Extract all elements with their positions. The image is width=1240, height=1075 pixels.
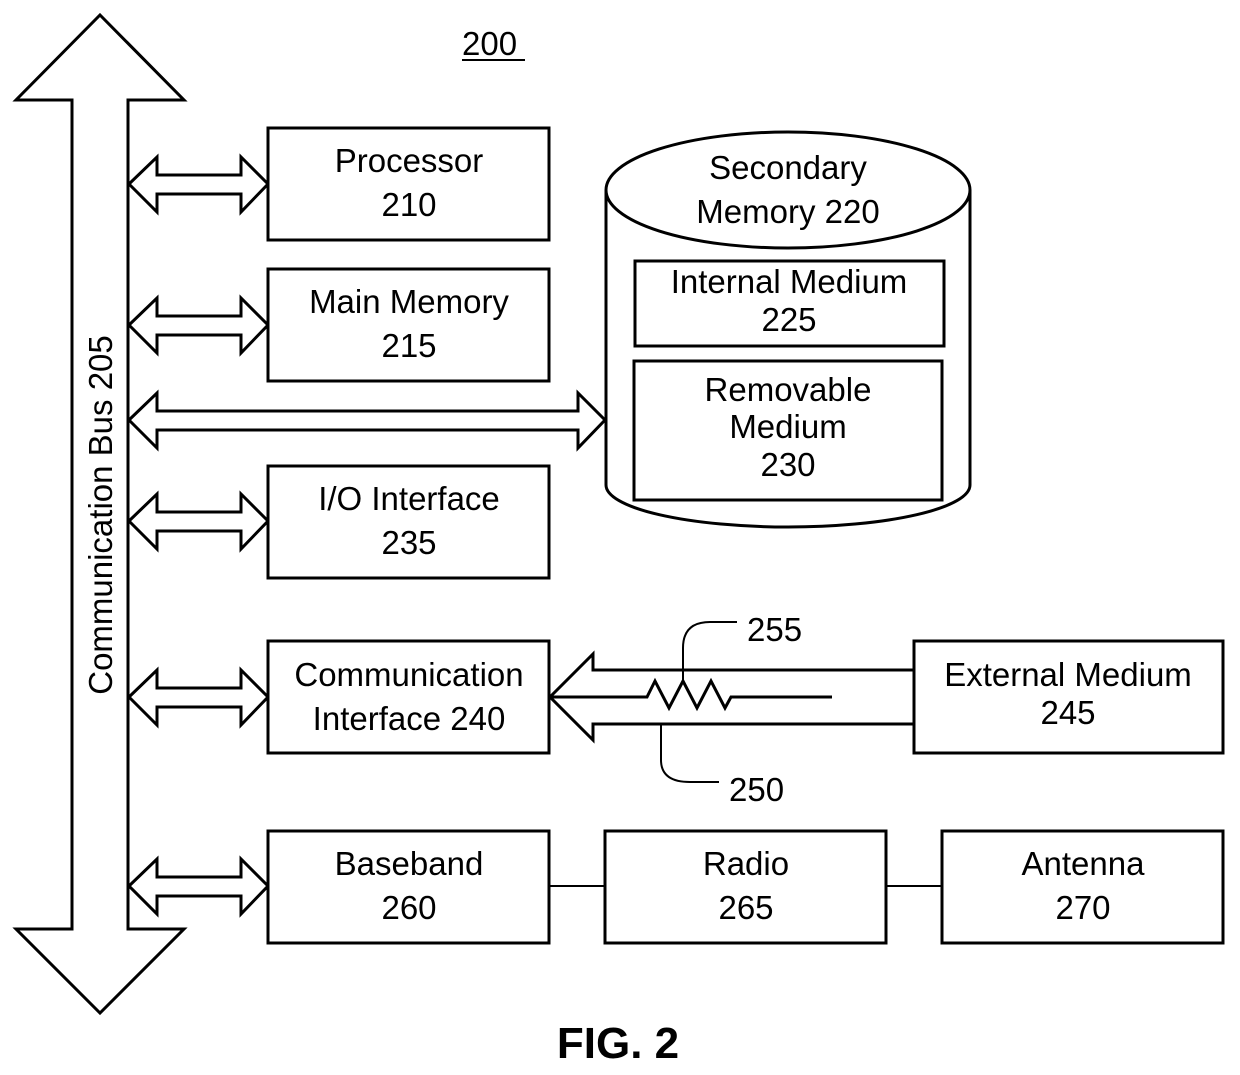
processor-number: 210 — [381, 186, 436, 223]
removable-medium-number: 230 — [760, 446, 815, 483]
secondary-memory-connector-arrow — [126, 389, 608, 452]
secondary-memory-label: Secondary — [709, 149, 867, 186]
io-interface-number: 235 — [381, 524, 436, 561]
external-medium-block: External Medium 245 — [912, 639, 1225, 755]
baseband-label: Baseband — [335, 845, 484, 882]
io-interface-connector-arrow — [126, 490, 271, 553]
block-diagram: 200 Communication Bus 205 Processor 210 … — [12, 12, 1225, 1068]
antenna-block: Antenna 270 — [940, 829, 1225, 945]
communication-interface-block: Communication Interface 240 — [266, 639, 551, 755]
removable-medium-label: Removable — [705, 371, 872, 408]
communication-bus-label: Communication Bus 205 — [82, 335, 119, 695]
main-memory-label: Main Memory — [309, 283, 509, 320]
external-medium-label: External Medium — [944, 656, 1192, 693]
processor-connector-arrow — [126, 153, 271, 216]
io-interface-label: I/O Interface — [318, 480, 500, 517]
main-memory-block: Main Memory 215 — [266, 267, 551, 383]
removable-medium-block: Removable Medium 230 — [632, 359, 944, 502]
communication-interface-number: Interface 240 — [313, 700, 506, 737]
signal-line — [550, 677, 832, 712]
internal-medium-number: 225 — [761, 301, 816, 338]
channel-callout-label: 250 — [729, 771, 784, 808]
signal-callout-line — [682, 621, 737, 681]
internal-medium-block: Internal Medium 225 — [633, 259, 946, 348]
io-interface-block: I/O Interface 235 — [266, 464, 551, 580]
channel-callout-line — [660, 724, 719, 783]
processor-block: Processor 210 — [266, 126, 551, 242]
comm-interface-connector-arrow — [126, 666, 271, 729]
baseband-number: 260 — [381, 889, 436, 926]
main-memory-connector-arrow — [126, 294, 271, 357]
secondary-memory-number: Memory 220 — [696, 193, 879, 230]
radio-block: Radio 265 — [603, 829, 888, 945]
internal-medium-label: Internal Medium — [671, 263, 908, 300]
radio-label: Radio — [703, 845, 789, 882]
antenna-number: 270 — [1055, 889, 1110, 926]
antenna-label: Antenna — [1022, 845, 1146, 882]
baseband-connector-arrow — [126, 855, 271, 918]
baseband-block: Baseband 260 — [266, 829, 551, 945]
removable-medium-label-2: Medium — [729, 408, 846, 445]
figure-caption: FIG. 2 — [557, 1019, 679, 1068]
figure-number: 200 — [462, 25, 517, 62]
external-medium-number: 245 — [1040, 694, 1095, 731]
processor-label: Processor — [335, 142, 484, 179]
communication-interface-label: Communication — [294, 656, 523, 693]
main-memory-number: 215 — [381, 327, 436, 364]
radio-number: 265 — [718, 889, 773, 926]
signal-callout-label: 255 — [747, 611, 802, 648]
